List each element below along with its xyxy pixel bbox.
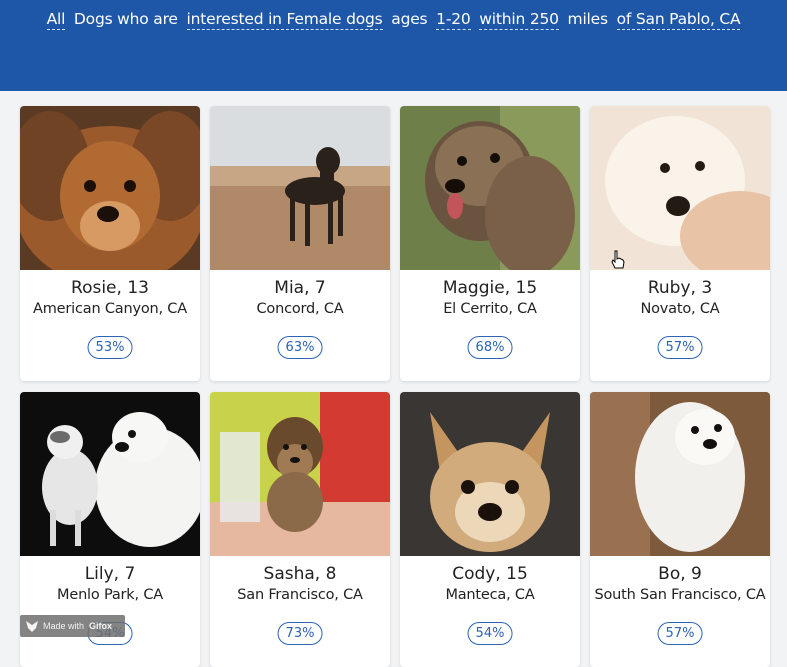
dog-name[interactable]: Maggie, 15 (400, 278, 580, 298)
dog-photo-cody[interactable] (400, 392, 580, 556)
dog-photo-ruby[interactable] (590, 106, 770, 270)
dog-card[interactable]: Mia, 7 Concord, CA 63% (210, 106, 390, 381)
dog-name[interactable]: Cody, 15 (400, 564, 580, 584)
filter-interest-link[interactable]: interested in Female dogs (186, 10, 383, 30)
dog-card[interactable]: Sasha, 8 San Francisco, CA 73% (210, 392, 390, 667)
hand-cursor-icon (611, 250, 625, 269)
match-badge: 63% (277, 336, 323, 359)
dog-location: El Cerrito, CA (443, 301, 537, 317)
dog-photo-rosie[interactable] (20, 106, 200, 270)
gifox-watermark: Made with Gifox (20, 615, 125, 637)
dog-name[interactable]: Mia, 7 (210, 278, 390, 298)
dog-name[interactable]: Ruby, 3 (590, 278, 770, 298)
dog-name[interactable]: Lily, 7 (20, 564, 200, 584)
dog-card[interactable]: Ruby, 3 Novato, CA 57% (590, 106, 770, 381)
dog-location: Menlo Park, CA (57, 587, 163, 603)
dog-photo-mia[interactable] (210, 106, 390, 270)
dog-location: South San Francisco, CA (594, 587, 766, 603)
match-badge: 53% (87, 336, 133, 359)
filter-dogs-who-are-text: Dogs who are (73, 10, 178, 28)
filter-all-link[interactable]: All (46, 10, 65, 30)
dog-name[interactable]: Rosie, 13 (20, 278, 200, 298)
watermark-text: Made with (43, 621, 85, 631)
filter-ages-label: ages (391, 10, 428, 28)
watermark-brand: Gifox (89, 621, 113, 631)
dog-card[interactable]: Maggie, 15 El Cerrito, CA 68% (400, 106, 580, 381)
match-badge: 57% (657, 336, 703, 359)
search-header: All Dogs who are interested in Female do… (0, 0, 787, 91)
dog-card[interactable]: Rosie, 13 American Canyon, CA 53% (20, 106, 200, 381)
fox-icon (26, 620, 38, 632)
match-badge: 54% (467, 622, 513, 645)
filter-sentence: All Dogs who are interested in Female do… (0, 10, 787, 30)
dog-card[interactable]: Bo, 9 South San Francisco, CA 57% (590, 392, 770, 667)
dog-name[interactable]: Sasha, 8 (210, 564, 390, 584)
dog-location: San Francisco, CA (237, 587, 363, 603)
dog-photo-lily[interactable] (20, 392, 200, 556)
match-badge: 73% (277, 622, 323, 645)
match-badge: 68% (467, 336, 513, 359)
dog-photo-sasha[interactable] (210, 392, 390, 556)
dog-photo-bo[interactable] (590, 392, 770, 556)
dog-location: American Canyon, CA (33, 301, 187, 317)
dog-location: Manteca, CA (445, 587, 535, 603)
filter-miles-label: miles (567, 10, 609, 28)
filter-ages-link[interactable]: 1-20 (436, 10, 471, 30)
match-badge: 57% (657, 622, 703, 645)
dog-location: Novato, CA (640, 301, 720, 317)
filter-distance-link[interactable]: within 250 (479, 10, 559, 30)
filter-location-link[interactable]: of San Pablo, CA (616, 10, 741, 30)
dog-photo-maggie[interactable] (400, 106, 580, 270)
dog-card[interactable]: Cody, 15 Manteca, CA 54% (400, 392, 580, 667)
dog-name[interactable]: Bo, 9 (590, 564, 770, 584)
dog-location: Concord, CA (256, 301, 344, 317)
